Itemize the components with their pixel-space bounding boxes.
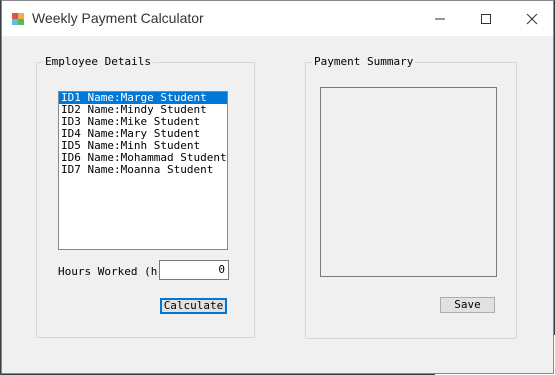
maximize-button[interactable] <box>463 1 509 36</box>
payment-summary-title: Payment Summary <box>312 55 416 68</box>
app-icon <box>12 13 24 25</box>
title-bar[interactable]: Weekly Payment Calculator <box>2 1 553 36</box>
window-title: Weekly Payment Calculator <box>32 10 204 26</box>
employee-listbox[interactable]: ID1 Name:Marge Student ID2 Name:Mindy Stu… <box>58 91 228 250</box>
minimize-icon <box>435 18 445 19</box>
close-icon <box>526 13 538 24</box>
employee-details-title: Employee Details <box>43 55 153 68</box>
save-button[interactable]: Save <box>440 297 495 313</box>
close-button[interactable] <box>509 1 555 36</box>
maximize-icon <box>481 13 491 24</box>
list-item[interactable]: ID7 Name:Moanna Student <box>59 164 227 176</box>
calculate-button[interactable]: Calculate <box>160 298 227 314</box>
minimize-button[interactable] <box>417 1 463 36</box>
payment-summary-box[interactable] <box>320 87 497 277</box>
app-window: Weekly Payment Calculator Employee Detai… <box>1 0 554 374</box>
hours-worked-input[interactable]: 0 <box>159 260 229 280</box>
